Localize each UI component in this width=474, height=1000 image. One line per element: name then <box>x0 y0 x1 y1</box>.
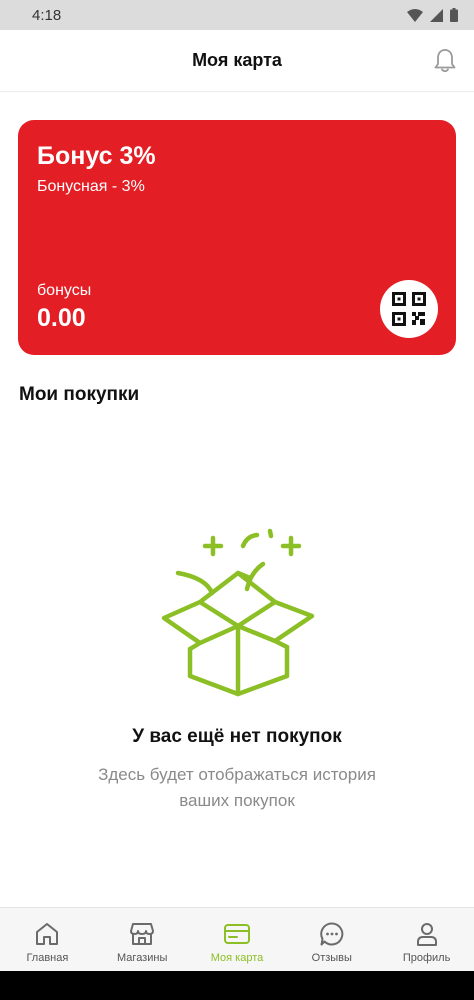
loyalty-card[interactable]: Бонус 3% Бонусная - 3% бонусы 0.00 <box>18 120 456 355</box>
tab-reviews[interactable]: Отзывы <box>284 908 379 971</box>
page-title: Моя карта <box>192 50 282 70</box>
tab-stores[interactable]: Магазины <box>95 908 190 971</box>
chat-icon <box>318 920 346 948</box>
status-time: 4:18 <box>32 6 62 24</box>
tab-profile[interactable]: Профиль <box>379 908 474 971</box>
card-subtitle: Бонусная - 3% <box>37 178 145 195</box>
notifications-button[interactable] <box>430 46 460 76</box>
tab-home-label: Главная <box>26 952 69 964</box>
wifi-icon <box>407 8 423 22</box>
purchases-title: Мои покупки <box>19 384 140 405</box>
tab-profile-label: Профиль <box>402 952 451 964</box>
tab-my-card-label: Моя карта <box>210 952 264 964</box>
card-title: Бонус 3% <box>37 142 156 170</box>
bottom-tab-bar: Главная Магазины Моя карта Отзывы Профил… <box>0 907 474 971</box>
home-icon <box>33 920 61 948</box>
empty-box-icon <box>161 528 315 697</box>
status-bar: 4:18 <box>0 0 474 30</box>
store-icon <box>128 920 156 948</box>
tab-home[interactable]: Главная <box>0 908 95 971</box>
header: Моя карта <box>0 30 474 92</box>
system-navigation-bar <box>0 971 474 1000</box>
bell-icon <box>434 49 456 73</box>
qr-code-icon <box>392 292 426 326</box>
tab-stores-label: Магазины <box>117 952 168 964</box>
bonus-label: бонусы <box>37 282 92 299</box>
empty-state-title: У вас ещё нет покупок <box>132 726 342 747</box>
bonus-value: 0.00 <box>37 304 86 332</box>
status-icons <box>407 8 458 22</box>
signal-icon <box>430 8 443 22</box>
tab-reviews-label: Отзывы <box>311 952 352 964</box>
tab-my-card[interactable]: Моя карта <box>190 908 285 971</box>
card-icon <box>223 920 251 948</box>
empty-state-text: Здесь будет отображаться история ваших п… <box>98 765 376 810</box>
battery-icon <box>450 8 458 22</box>
profile-icon <box>413 920 441 948</box>
qr-code-button[interactable] <box>380 280 438 338</box>
